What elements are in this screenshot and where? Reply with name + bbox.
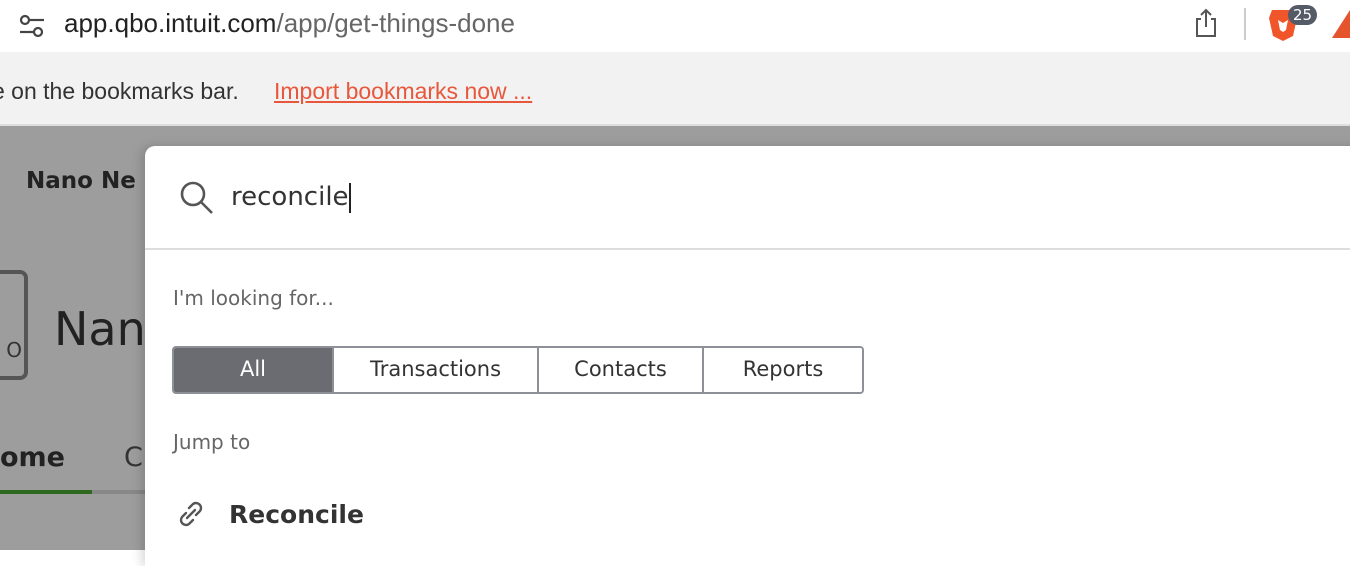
filter-transactions[interactable]: Transactions: [332, 348, 537, 392]
result-label: Reconcile: [229, 499, 364, 529]
url-text[interactable]: app.qbo.intuit.com/app/get-things-done: [64, 8, 515, 39]
search-bar: reconcile: [145, 146, 1350, 250]
toolbar-divider: [1244, 8, 1246, 40]
shields-count-badge: 25: [1288, 5, 1318, 25]
looking-for-label: I'm looking for...: [173, 286, 334, 310]
result-reconcile[interactable]: Reconcile: [175, 498, 364, 530]
tab-indicator: [0, 490, 145, 494]
search-icon: [180, 181, 213, 214]
brave-rewards-icon[interactable]: [1332, 10, 1350, 38]
search-modal: reconcile I'm looking for... All Transac…: [145, 146, 1350, 566]
company-title: Nan: [54, 302, 146, 356]
filter-reports[interactable]: Reports: [702, 348, 862, 392]
filter-segmented-control: All Transactions Contacts Reports: [172, 346, 864, 394]
address-bar[interactable]: app.qbo.intuit.com/app/get-things-done 2…: [0, 0, 1350, 52]
filter-contacts[interactable]: Contacts: [537, 348, 702, 392]
bookmarks-message: e on the bookmarks bar.: [0, 78, 239, 104]
url-path: /app/get-things-done: [276, 8, 515, 38]
jump-to-label: Jump to: [173, 430, 251, 454]
search-input[interactable]: reconcile: [231, 182, 351, 213]
bookmarks-bar: e on the bookmarks bar. Import bookmarks…: [0, 52, 1350, 126]
tab-next[interactable]: C: [124, 442, 143, 473]
share-icon[interactable]: [1194, 8, 1218, 38]
tab-home[interactable]: ome: [0, 442, 65, 473]
link-icon: [179, 501, 203, 527]
company-name: Nano Ne: [26, 168, 136, 194]
import-bookmarks-link[interactable]: Import bookmarks now ...: [274, 78, 532, 105]
url-host: app.qbo.intuit.com: [64, 8, 277, 38]
site-settings-icon[interactable]: [18, 12, 46, 40]
filter-all[interactable]: All: [174, 348, 332, 392]
company-logo: O: [0, 270, 28, 380]
